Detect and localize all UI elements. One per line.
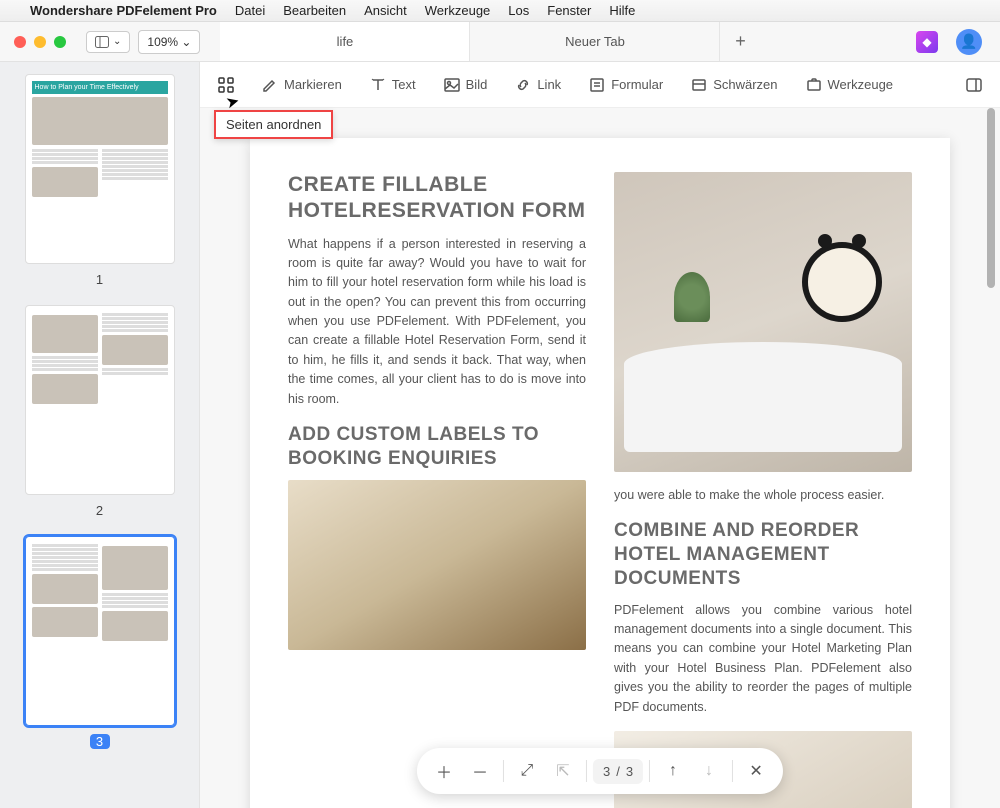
menu-edit[interactable]: Bearbeiten <box>283 3 346 18</box>
menu-tools[interactable]: Werkzeuge <box>425 3 491 18</box>
panel-toggle-button[interactable] <box>966 77 982 93</box>
document-viewport[interactable]: CREATE FILLABLE HOTELRESERVATION FORM Wh… <box>200 108 1000 808</box>
scrollbar-thumb[interactable] <box>987 108 995 288</box>
traffic-lights <box>0 36 80 48</box>
sidebar-toggle-button[interactable]: ⌄ <box>86 31 130 53</box>
close-bar-button[interactable]: ✕ <box>739 754 773 788</box>
redact-tool[interactable]: Schwärzen <box>691 77 777 93</box>
thumbnail-sidebar: How to Plan your Time Effectively 1 2 3 <box>0 62 200 808</box>
menu-view[interactable]: Ansicht <box>364 3 407 18</box>
close-window-button[interactable] <box>14 36 26 48</box>
highlight-tool[interactable]: Markieren <box>262 77 342 93</box>
page-number-3: 3 <box>90 734 110 749</box>
page-indicator[interactable]: 3 / 3 <box>593 759 643 784</box>
current-page: 3 <box>603 764 610 779</box>
doc-paragraph-right-2: PDFelement allows you combine various ho… <box>614 601 912 717</box>
page-thumbnail-2[interactable] <box>25 305 175 495</box>
menu-window[interactable]: Fenster <box>547 3 591 18</box>
document-tab-life[interactable]: life <box>220 22 470 61</box>
page-thumbnail-3[interactable] <box>25 536 175 726</box>
user-avatar[interactable]: 👤 <box>956 29 982 55</box>
menu-file[interactable]: Datei <box>235 3 265 18</box>
image-tool[interactable]: Bild <box>444 77 488 93</box>
menu-go[interactable]: Los <box>508 3 529 18</box>
doc-heading-1: CREATE FILLABLE HOTELRESERVATION FORM <box>288 172 586 225</box>
form-tool[interactable]: Formular <box>589 77 663 93</box>
page-number-1: 1 <box>14 272 185 287</box>
page-nav-bar: ＋ － ⤢ ⇱ 3 / 3 ↑ ↓ ✕ <box>417 748 783 794</box>
new-tab-button[interactable]: + <box>720 22 760 61</box>
maximize-window-button[interactable] <box>54 36 66 48</box>
doc-heading-2: ADD CUSTOM LABELS TO BOOKING ENQUIRIES <box>288 423 586 471</box>
zoom-in-button[interactable]: ＋ <box>427 754 461 788</box>
organize-pages-button[interactable] <box>218 77 234 93</box>
menu-help[interactable]: Hilfe <box>609 3 635 18</box>
app-brand-icon[interactable]: ◆ <box>916 31 938 53</box>
window-titlebar: ⌄ 109% ⌄ life Neuer Tab + ◆ 👤 <box>0 22 1000 62</box>
tools-tool[interactable]: Werkzeuge <box>806 77 894 93</box>
zoom-out-button[interactable]: － <box>463 754 497 788</box>
doc-image-tabletop <box>288 480 586 650</box>
doc-paragraph-1: What happens if a person interested in r… <box>288 235 586 409</box>
text-tool[interactable]: Text <box>370 77 416 93</box>
zoom-level-dropdown[interactable]: 109% ⌄ <box>138 30 200 54</box>
app-name[interactable]: Wondershare PDFelement Pro <box>30 3 217 18</box>
page-thumbnail-1[interactable]: How to Plan your Time Effectively <box>25 74 175 264</box>
document-tab-new[interactable]: Neuer Tab <box>470 22 720 61</box>
link-tool[interactable]: Link <box>515 77 561 93</box>
pdf-page: CREATE FILLABLE HOTELRESERVATION FORM Wh… <box>250 138 950 808</box>
vertical-scrollbar[interactable] <box>987 108 997 808</box>
doc-paragraph-right-1: you were able to make the whole process … <box>614 486 912 505</box>
document-area: Markieren Text Bild Link Formular Schwär… <box>200 62 1000 808</box>
next-page-button[interactable]: ↓ <box>692 754 726 788</box>
fit-page-button[interactable]: ⇱ <box>546 754 580 788</box>
prev-page-button[interactable]: ↑ <box>656 754 690 788</box>
doc-image-clock <box>614 172 912 472</box>
fit-width-button[interactable]: ⤢ <box>510 754 544 788</box>
organize-pages-tooltip: Seiten anordnen <box>214 110 333 139</box>
macos-menubar: Wondershare PDFelement Pro Datei Bearbei… <box>0 0 1000 22</box>
doc-heading-3: COMBINE AND REORDER HOTEL MANAGEMENT DOC… <box>614 519 912 590</box>
minimize-window-button[interactable] <box>34 36 46 48</box>
page-number-2: 2 <box>14 503 185 518</box>
edit-toolbar: Markieren Text Bild Link Formular Schwär… <box>200 62 1000 108</box>
total-pages: 3 <box>626 764 633 779</box>
